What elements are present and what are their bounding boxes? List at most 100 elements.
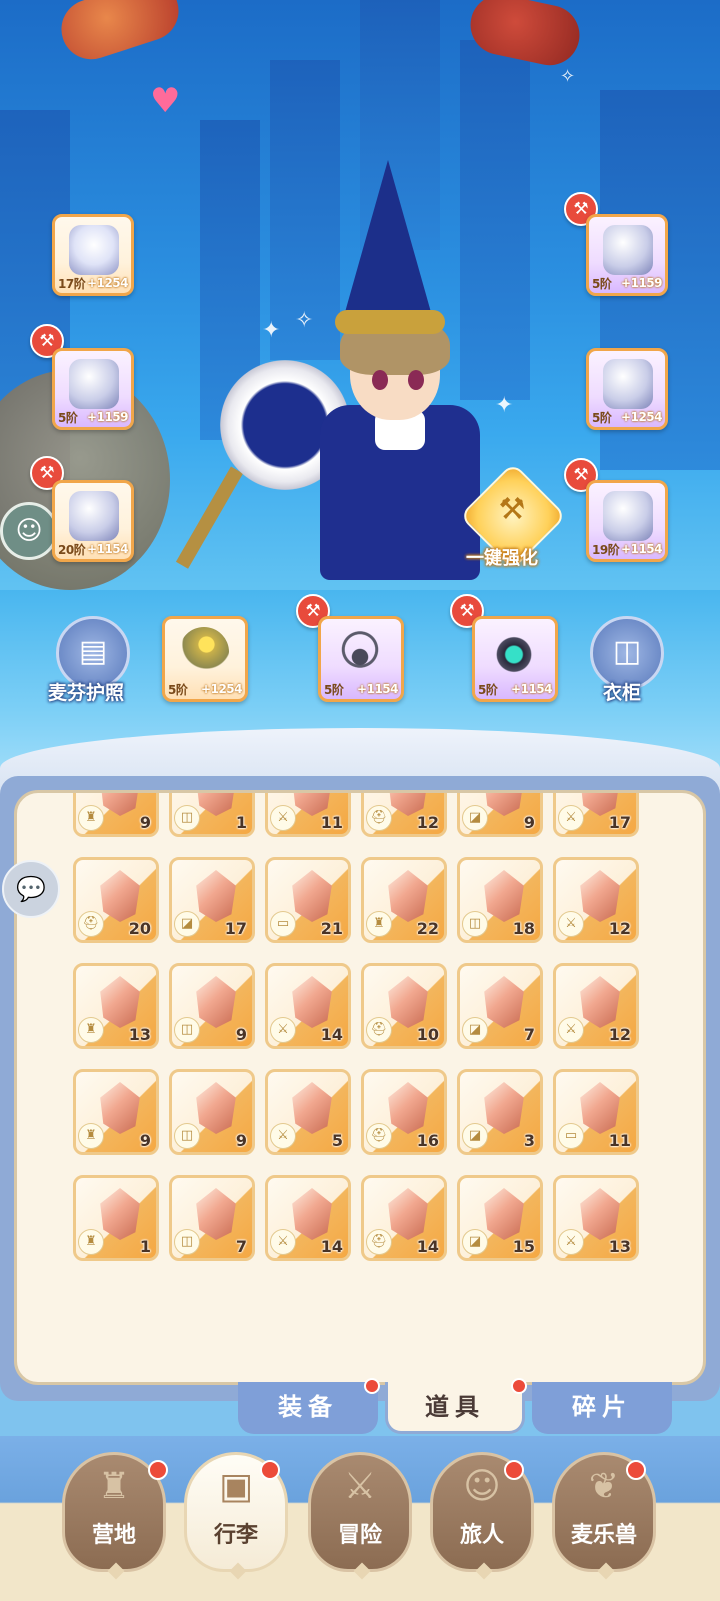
enhance-crystal-icon [196, 976, 236, 1028]
weapon-icon [69, 225, 119, 275]
pants-icon: ◫ [174, 1229, 200, 1255]
bracer-icon: ▭ [558, 1123, 584, 1149]
inventory-item[interactable]: ▭ 21 [265, 857, 351, 943]
inventory-item[interactable]: ⛑ 10 [361, 963, 447, 1049]
inventory-item[interactable]: ⛑ 20 [73, 857, 159, 943]
inventory-item[interactable]: ◫ 7 [169, 1175, 255, 1261]
tab-items[interactable]: 道具 [385, 1382, 525, 1434]
item-count: 9 [235, 1131, 247, 1150]
equip-slot-necklace[interactable]: 5阶 +1154 [318, 616, 404, 702]
necklace-icon [335, 627, 385, 677]
enhance-crystal-icon [196, 1082, 236, 1134]
inventory-item[interactable]: ⛑ 16 [361, 1069, 447, 1155]
inventory-item[interactable]: ♜ 9 [73, 1069, 159, 1155]
tab-equipment-badge [364, 1378, 380, 1394]
item-count: 16 [416, 1131, 439, 1150]
item-count: 9 [235, 1025, 247, 1044]
sword-icon: ⚔ [558, 805, 584, 831]
enhance-crystal-icon [100, 1082, 140, 1134]
item-count: 3 [523, 1131, 535, 1150]
inventory-item[interactable]: ◫ 18 [457, 857, 543, 943]
wizard-hat-brim [335, 310, 445, 334]
equip-slot-amulet[interactable]: 5阶 +1154 [472, 616, 558, 702]
enhance-crystal-icon [292, 1188, 332, 1240]
nav-luggage-badge [260, 1460, 280, 1480]
inventory-item[interactable]: ⚔ 12 [553, 963, 639, 1049]
inventory-item[interactable]: ◫ 9 [169, 963, 255, 1049]
inventory-item[interactable]: ⚔ 14 [265, 1175, 351, 1261]
enhance-crystal-icon [484, 870, 524, 922]
enhance-crystal-icon [484, 793, 524, 816]
inventory-item[interactable]: ◪ 9 [457, 793, 543, 837]
chat-icon[interactable]: 💬 [2, 860, 60, 918]
inventory-item[interactable]: ⚔ 5 [265, 1069, 351, 1155]
balloon-decoration [53, 0, 187, 68]
enhance-crystal-icon [292, 1082, 332, 1134]
sword-icon: ⚔ [558, 1229, 584, 1255]
inventory-item[interactable]: ◪ 15 [457, 1175, 543, 1261]
nav-camp-label: 营地 [91, 1523, 136, 1548]
equip-slot-gloves[interactable]: 5阶 +1254 [586, 348, 668, 430]
slot-bonus: +1154 [87, 542, 128, 556]
enhance-crystal-icon [100, 1188, 140, 1240]
inventory-item[interactable]: ♜ 13 [73, 963, 159, 1049]
inventory-item[interactable]: ▭ 11 [553, 1069, 639, 1155]
item-count: 11 [608, 1131, 631, 1150]
inventory-item[interactable]: ⛑ 12 [361, 793, 447, 837]
armor-icon: ♜ [78, 805, 104, 831]
tab-items-badge [511, 1378, 527, 1394]
equip-slot-belt[interactable]: 20阶 +1154 [52, 480, 134, 562]
item-count: 5 [331, 1131, 343, 1150]
boots-icon: ◪ [462, 1123, 488, 1149]
pants-icon: ◫ [174, 1123, 200, 1149]
inventory-item[interactable]: ⚔ 14 [265, 963, 351, 1049]
passport-label: 麦芬护照 [48, 682, 125, 704]
sword-icon: ⚔ [270, 1017, 296, 1043]
helmet-icon: ⛑ [366, 805, 392, 831]
helmet-icon [603, 225, 653, 275]
inventory-item[interactable]: ⛑ 14 [361, 1175, 447, 1261]
inventory-item[interactable]: ⚔ 12 [553, 857, 639, 943]
inventory-item[interactable]: ⚔ 11 [265, 793, 351, 837]
slot-bonus: +1154 [621, 542, 662, 556]
enhance-crystal-icon [580, 1082, 620, 1134]
inventory-item[interactable]: ♜ 1 [73, 1175, 159, 1261]
sword-icon: ⚔ [270, 805, 296, 831]
equip-slot-weapon[interactable]: 17阶 +1254 [52, 214, 134, 296]
enhance-crystal-icon [292, 976, 332, 1028]
wizard-hat [340, 160, 436, 330]
enhance-crystal-icon [484, 1082, 524, 1134]
equip-slot-boots[interactable]: 19阶 +1154 [586, 480, 668, 562]
inventory-item[interactable]: ◫ 1 [169, 793, 255, 837]
bracer-icon: ▭ [270, 911, 296, 937]
slot-tier: 5阶 [592, 410, 612, 425]
inventory-item[interactable]: ⚔ 13 [553, 1175, 639, 1261]
inventory-item[interactable]: ♜ 22 [361, 857, 447, 943]
robot-icon[interactable]: ☺ [0, 502, 58, 560]
nav-adventure[interactable]: ⚔ 冒险 [308, 1452, 412, 1580]
item-count: 13 [608, 1237, 631, 1256]
equip-slot-helmet[interactable]: 5阶 +1159 [586, 214, 668, 296]
inventory-item[interactable]: ◫ 9 [169, 1069, 255, 1155]
nav-camp-badge [148, 1460, 168, 1480]
armor-icon: ♜ [78, 1229, 104, 1255]
inventory-item[interactable]: ◪ 3 [457, 1069, 543, 1155]
nav-adventure-label: 冒险 [337, 1523, 382, 1548]
item-count: 17 [224, 919, 247, 938]
inventory-item[interactable]: ⚔ 17 [553, 793, 639, 837]
inventory-item[interactable]: ◪ 17 [169, 857, 255, 943]
item-count: 1 [139, 1237, 151, 1256]
item-count: 9 [523, 813, 535, 832]
nav-traveler-badge [504, 1460, 524, 1480]
equip-slot-ring[interactable]: 5阶 +1254 [162, 616, 248, 702]
inventory-item[interactable]: ◪ 7 [457, 963, 543, 1049]
tab-equipment[interactable]: 装备 [238, 1382, 378, 1434]
equip-slot-chest[interactable]: 5阶 +1159 [52, 348, 134, 430]
tab-fragments[interactable]: 碎片 [532, 1382, 672, 1434]
boots-icon: ◪ [462, 1017, 488, 1043]
inventory-item[interactable]: ♜ 9 [73, 793, 159, 837]
enhance-crystal-icon [196, 870, 236, 922]
inventory-panel[interactable]: ♜ 9 ◫ 1 ⚔ 11 ⛑ 12 ◪ 9 ⚔ 17 ⛑ 20 ◪ 17 ▭ 21 ♜ 22 ◫ 18 ⚔ 12 ♜ 13 ◫ 9 ⚔ 1… [14, 790, 706, 1385]
helmet-icon: ⛑ [78, 911, 104, 937]
character-eye [408, 370, 424, 390]
